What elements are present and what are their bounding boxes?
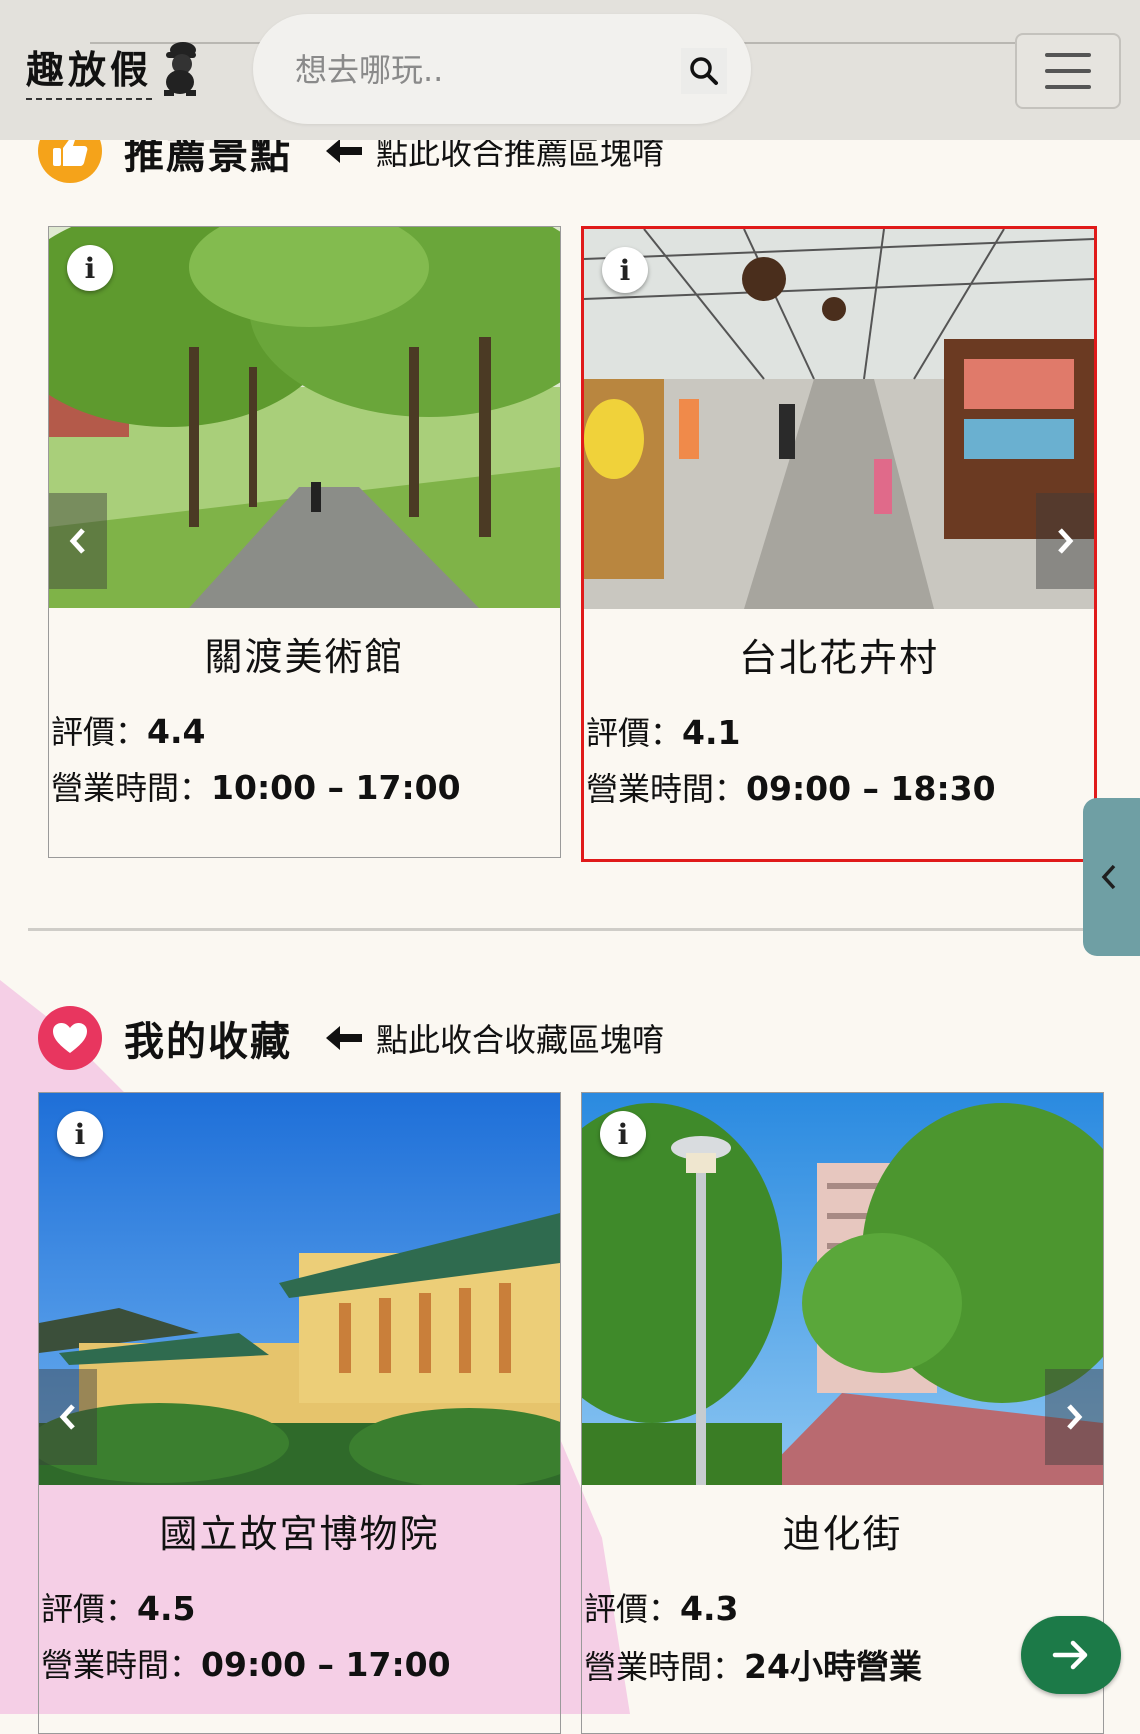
top-header: 趣放假 xyxy=(0,0,1140,140)
place-photo: i xyxy=(582,1093,1103,1485)
next-page-button[interactable] xyxy=(1021,1616,1121,1694)
favorites-section-toggle[interactable]: 我的收藏 點此收合收藏區塊唷 xyxy=(38,1005,664,1071)
hours-value: 09:00 – 18:30 xyxy=(746,769,996,808)
hours-line: 營業時間：09:00 – 18:30 xyxy=(586,769,996,808)
arrow-left-icon xyxy=(326,1026,362,1050)
tree-lined-path-photo xyxy=(49,227,560,608)
recommended-card-1[interactable]: i 關渡美術館 評價：4.4 營業時間：10:00 – 17:00 xyxy=(48,226,561,858)
place-name: 迪化街 xyxy=(782,1512,903,1556)
place-photo: i xyxy=(584,229,1094,609)
search-icon xyxy=(690,57,718,85)
hours-value: 10:00 – 17:00 xyxy=(211,768,461,807)
carousel-next-button[interactable] xyxy=(1036,493,1094,589)
arrow-right-icon xyxy=(1052,1640,1088,1670)
carousel-prev-button[interactable] xyxy=(39,1369,97,1465)
dihua-street-park-photo xyxy=(582,1093,1103,1485)
place-photo: i xyxy=(39,1093,560,1485)
place-photo: i xyxy=(49,227,560,608)
search-bar xyxy=(253,14,751,124)
rating-value: 4.5 xyxy=(137,1589,196,1628)
chevron-left-icon xyxy=(59,1404,75,1430)
mascot-logo-icon xyxy=(164,42,197,96)
rating-line: 評價：4.3 xyxy=(584,1589,739,1628)
rating-line: 評價：4.1 xyxy=(586,713,741,752)
rating-line: 評價：4.5 xyxy=(41,1589,196,1628)
search-input[interactable] xyxy=(293,44,657,96)
carousel-prev-button[interactable] xyxy=(49,493,107,589)
rating-value: 4.3 xyxy=(680,1589,739,1628)
chevron-right-icon xyxy=(1058,528,1074,554)
carousel-next-button[interactable] xyxy=(1045,1369,1103,1465)
flower-market-photo xyxy=(584,229,1094,609)
place-name: 關渡美術館 xyxy=(204,635,405,679)
heart-icon xyxy=(38,1006,102,1070)
info-icon[interactable]: i xyxy=(67,245,113,291)
palace-museum-photo xyxy=(39,1093,560,1485)
place-name: 台北花卉村 xyxy=(738,636,939,680)
search-button[interactable] xyxy=(681,48,727,94)
favorites-collapse-hint: 點此收合收藏區塊唷 xyxy=(376,1021,665,1059)
hours-line: 營業時間：09:00 – 17:00 xyxy=(41,1645,451,1684)
side-panel-toggle[interactable] xyxy=(1083,798,1140,956)
rating-value: 4.4 xyxy=(147,712,206,751)
arrow-left-icon xyxy=(326,139,362,163)
info-icon[interactable]: i xyxy=(602,247,648,293)
rating-line: 評價：4.4 xyxy=(51,712,206,751)
info-icon[interactable]: i xyxy=(57,1111,103,1157)
place-name: 國立故宮博物院 xyxy=(159,1512,440,1556)
hours-value: 24小時營業 xyxy=(744,1647,922,1686)
info-icon[interactable]: i xyxy=(600,1111,646,1157)
rating-value: 4.1 xyxy=(682,713,741,752)
hours-value: 09:00 – 17:00 xyxy=(201,1645,451,1684)
hamburger-menu-icon xyxy=(1045,53,1091,57)
favorites-title: 我的收藏 xyxy=(124,1019,292,1065)
recommended-card-2[interactable]: i 台北花卉村 評價：4.1 營業時間：09:00 – 18:30 xyxy=(581,226,1097,862)
chevron-right-icon xyxy=(1067,1404,1083,1430)
logo-text: 趣放假 xyxy=(26,39,153,100)
chevron-left-icon xyxy=(1101,864,1116,890)
section-divider xyxy=(28,928,1114,931)
favorites-card-1[interactable]: i 國立故宮博物院 評價：4.5 營業時間：09:00 – 17:00 xyxy=(38,1092,561,1734)
menu-button[interactable] xyxy=(1015,33,1121,109)
chevron-left-icon xyxy=(69,528,85,554)
site-logo[interactable]: 趣放假 xyxy=(26,38,222,100)
hours-line: 營業時間：10:00 – 17:00 xyxy=(51,768,461,807)
